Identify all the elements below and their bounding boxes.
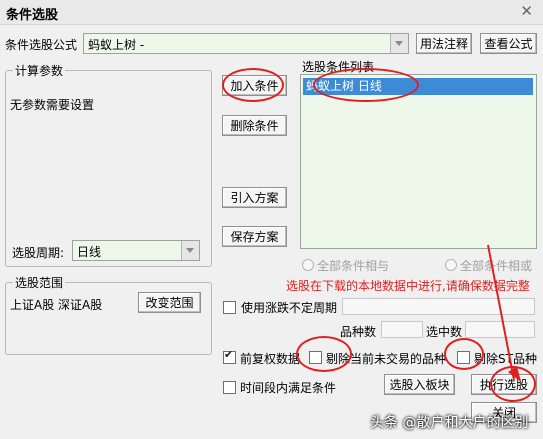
or-radio[interactable]: [445, 259, 457, 271]
title-bar: 条件选股 ✕: [0, 0, 543, 25]
period-select[interactable]: 日线: [72, 240, 200, 261]
annotation-oval: [313, 68, 419, 102]
time-range-checkbox[interactable]: [223, 381, 236, 394]
delete-condition-button[interactable]: 删除条件: [222, 115, 287, 136]
and-radio[interactable]: [302, 259, 314, 271]
usage-button[interactable]: 用法注释: [416, 33, 472, 54]
watermark: 头条 @散户和大户的区别: [370, 415, 529, 431]
change-range-button[interactable]: 改变范围: [138, 292, 201, 313]
period-label: 选股周期:: [12, 246, 65, 260]
indefinite-period-label: 使用涨跌不定周期: [241, 301, 338, 315]
no-params-text: 无参数需要设置: [10, 98, 95, 112]
range-title: 选股范围: [13, 274, 66, 291]
window-title: 条件选股: [6, 8, 59, 23]
and-radio-label: 全部条件相与: [317, 259, 390, 273]
close-icon[interactable]: ✕: [520, 2, 533, 20]
pre-adjusted-label: 前复权数据: [240, 352, 301, 366]
time-range-label: 时间段内满足条件: [240, 381, 337, 395]
range-value: 上证A股 深证A股: [10, 298, 103, 312]
annotation-oval: [296, 336, 352, 372]
stock-count-field: [381, 321, 423, 338]
stock-count-label: 品种数: [340, 325, 377, 339]
chevron-down-icon[interactable]: [390, 34, 408, 53]
annotation-arrow-icon: [487, 244, 521, 382]
import-scheme-button[interactable]: 引入方案: [222, 187, 287, 208]
formula-value: 蚂蚁上树 -: [88, 38, 145, 52]
formula-select[interactable]: 蚂蚁上树 -: [83, 33, 409, 54]
selected-count-label: 选中数: [426, 325, 463, 339]
calc-params-title: 计算参数: [13, 62, 66, 79]
to-block-button[interactable]: 选股入板块: [384, 374, 455, 395]
period-value: 日线: [77, 245, 102, 259]
indefinite-period-checkbox[interactable]: [223, 301, 236, 314]
annotation-oval: [222, 68, 284, 102]
condition-list[interactable]: 蚂蚁上树 日线: [300, 74, 537, 249]
chevron-down-icon[interactable]: [181, 241, 199, 260]
pre-adjusted-checkbox[interactable]: [223, 348, 236, 364]
view-formula-button[interactable]: 查看公式: [480, 33, 537, 54]
save-scheme-button[interactable]: 保存方案: [222, 226, 287, 247]
formula-label: 条件选股公式: [5, 38, 78, 52]
